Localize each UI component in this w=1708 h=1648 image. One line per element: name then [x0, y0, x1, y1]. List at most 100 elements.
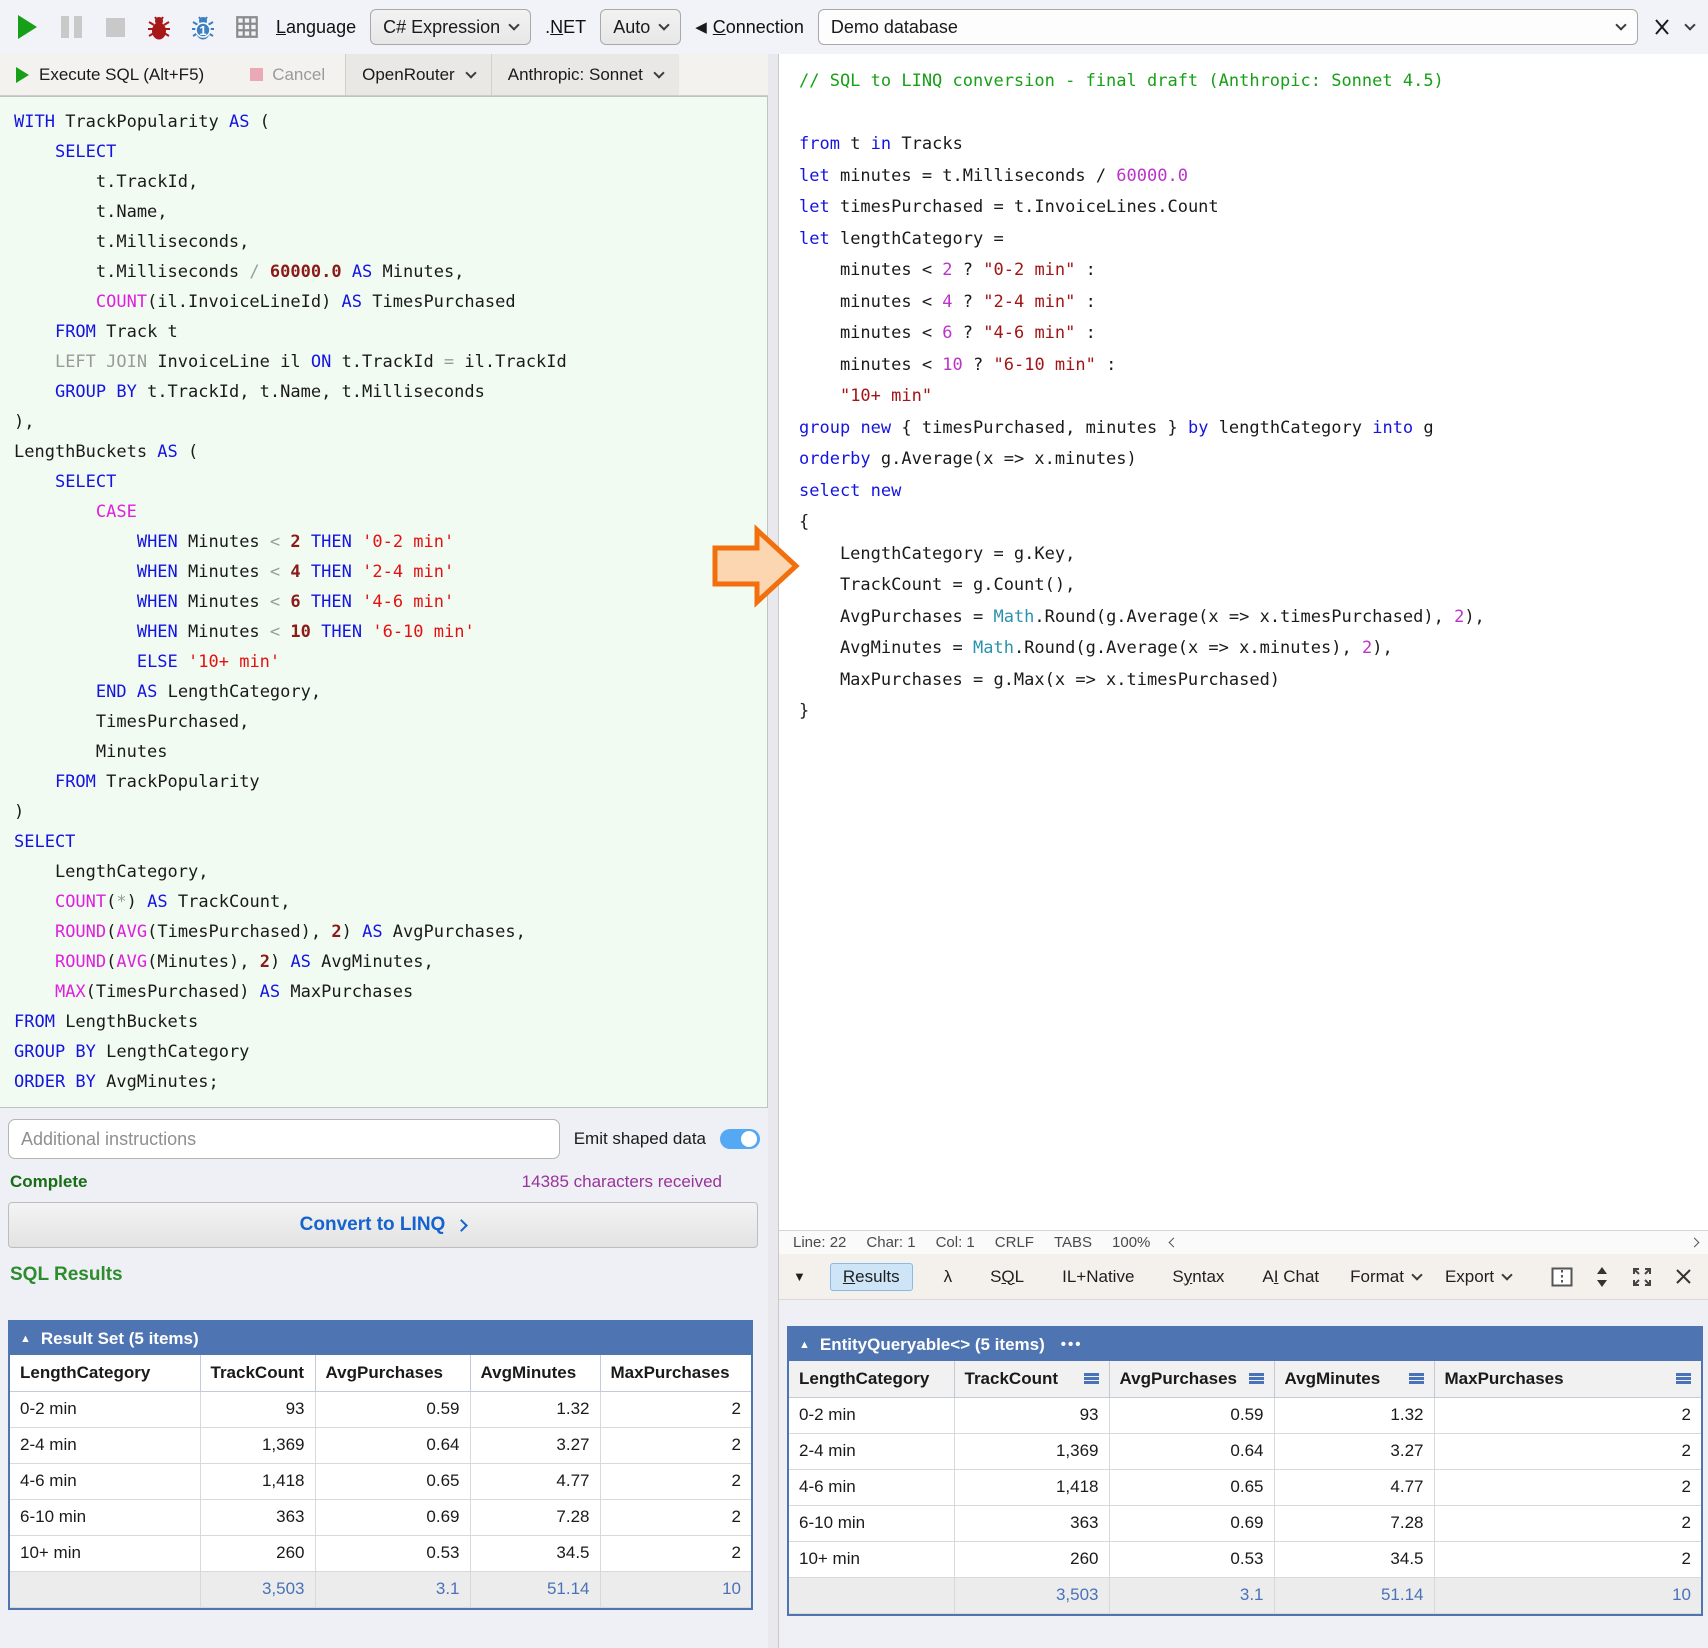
- table-row[interactable]: 0-2 min930.591.322: [789, 1397, 1701, 1433]
- provider-dropdown[interactable]: OpenRouter: [345, 54, 491, 95]
- code-line: group new { timesPurchased, minutes } by…: [799, 413, 1708, 445]
- column-header-lengthcategory[interactable]: LengthCategory: [789, 1361, 954, 1397]
- column-menu-icon[interactable]: [1676, 1373, 1691, 1384]
- table-row[interactable]: 2-4 min1,3690.643.272: [789, 1433, 1701, 1469]
- tab-il-native[interactable]: IL+Native: [1055, 1263, 1141, 1291]
- table-title-bar[interactable]: ▲EntityQueryable<> (5 items)•••: [789, 1328, 1701, 1361]
- total-cell: 10: [1434, 1577, 1701, 1613]
- code-line: FROM TrackPopularity: [14, 767, 767, 797]
- blue-bug-icon: 1: [189, 13, 217, 41]
- results-grid-button[interactable]: [232, 12, 262, 42]
- tab-results[interactable]: Results: [830, 1263, 913, 1291]
- collapse-results-icon[interactable]: ▼: [793, 1269, 806, 1284]
- column-label: LengthCategory: [20, 1363, 150, 1383]
- column-menu-icon[interactable]: [1409, 1373, 1424, 1384]
- table-cell: 0.59: [1109, 1397, 1274, 1433]
- table-title-bar[interactable]: ▲Result Set (5 items): [10, 1322, 751, 1355]
- dotnet-version-select[interactable]: Auto: [600, 9, 681, 45]
- table-cell: 2: [600, 1427, 751, 1463]
- autosize-rows-button[interactable]: [1595, 1266, 1609, 1288]
- table-menu-dots-icon[interactable]: •••: [1061, 1336, 1083, 1353]
- chevron-down-icon: [1411, 1269, 1422, 1280]
- cancel-square-icon: [250, 68, 263, 81]
- expand-results-button[interactable]: [1631, 1266, 1653, 1288]
- code-line: WHEN Minutes < 2 THEN '0-2 min': [14, 527, 767, 557]
- column-header-lengthcategory[interactable]: LengthCategory: [10, 1355, 200, 1391]
- column-header-avgminutes[interactable]: AvgMinutes: [1274, 1361, 1434, 1397]
- tab-ai-chat[interactable]: AI Chat: [1255, 1263, 1326, 1291]
- split-view-button[interactable]: [1551, 1267, 1573, 1287]
- code-line: COUNT(il.InvoiceLineId) AS TimesPurchase…: [14, 287, 767, 317]
- table-row[interactable]: 0-2 min930.591.322: [10, 1391, 751, 1427]
- table-cell: 6-10 min: [789, 1505, 954, 1541]
- connection-select[interactable]: Demo database: [818, 9, 1638, 45]
- stop-button[interactable]: [100, 12, 130, 42]
- tab-sql[interactable]: SQL: [983, 1263, 1031, 1291]
- format-dropdown[interactable]: Format: [1350, 1267, 1421, 1287]
- column-label: TrackCount: [211, 1363, 305, 1383]
- close-results-button[interactable]: [1675, 1268, 1692, 1285]
- table-row[interactable]: 2-4 min1,3690.643.272: [10, 1427, 751, 1463]
- column-header-avgminutes[interactable]: AvgMinutes: [470, 1355, 600, 1391]
- scroll-left-icon[interactable]: [1169, 1238, 1179, 1248]
- model-dropdown[interactable]: Anthropic: Sonnet: [491, 54, 679, 95]
- pause-button[interactable]: [56, 12, 86, 42]
- code-line: }: [799, 696, 1708, 728]
- connection-collapse-icon[interactable]: ◀: [695, 18, 707, 36]
- code-line: LengthBuckets AS (: [14, 437, 767, 467]
- additional-instructions-input[interactable]: [8, 1119, 560, 1159]
- code-line: t.Milliseconds,: [14, 227, 767, 257]
- column-header-avgpurchases[interactable]: AvgPurchases: [1109, 1361, 1274, 1397]
- table-cell: 1.32: [1274, 1397, 1434, 1433]
- convert-to-linq-button[interactable]: Convert to LINQ: [8, 1202, 758, 1248]
- code-line: TrackCount = g.Count(),: [799, 570, 1708, 602]
- debug-button[interactable]: [144, 12, 174, 42]
- table-cell: 93: [200, 1391, 315, 1427]
- column-menu-icon[interactable]: [1084, 1373, 1099, 1384]
- collapse-table-icon[interactable]: ▲: [20, 1333, 31, 1345]
- export-dropdown[interactable]: Export: [1445, 1267, 1511, 1287]
- cancel-button[interactable]: Cancel: [230, 54, 345, 95]
- results-tab-bar: ▼ Results λ SQL IL+Native Syntax AI Chat Form…: [779, 1254, 1708, 1300]
- column-header-trackcount[interactable]: TrackCount: [200, 1355, 315, 1391]
- column-header-maxpurchases[interactable]: MaxPurchases: [1434, 1361, 1701, 1397]
- column-menu-icon[interactable]: [1249, 1373, 1264, 1384]
- connection-menu-button[interactable]: [1686, 25, 1694, 29]
- table-row[interactable]: 4-6 min1,4180.654.772: [10, 1463, 751, 1499]
- breakpoint-bug-button[interactable]: 1: [188, 12, 218, 42]
- tab-syntax[interactable]: Syntax: [1165, 1263, 1231, 1291]
- linq-editor[interactable]: // SQL to LINQ conversion - final draft …: [779, 54, 1708, 1230]
- panel-splitter[interactable]: [768, 54, 778, 1648]
- clear-connection-button[interactable]: [1652, 17, 1672, 37]
- code-line: minutes < 10 ? "6-10 min" :: [799, 350, 1708, 382]
- column-header-maxpurchases[interactable]: MaxPurchases: [600, 1355, 751, 1391]
- emit-shaped-data-toggle[interactable]: [720, 1129, 760, 1149]
- table-row[interactable]: 10+ min2600.5334.52: [789, 1541, 1701, 1577]
- table-row[interactable]: 6-10 min3630.697.282: [789, 1505, 1701, 1541]
- table-row[interactable]: 6-10 min3630.697.282: [10, 1499, 751, 1535]
- table-row[interactable]: 4-6 min1,4180.654.772: [789, 1469, 1701, 1505]
- entity-queryable-table: ▲EntityQueryable<> (5 items)•••LengthCat…: [787, 1326, 1703, 1616]
- sql-panel-toolbar: Execute SQL (Alt+F5) Cancel OpenRouter A…: [0, 54, 768, 96]
- code-line: GROUP BY t.TrackId, t.Name, t.Millisecon…: [14, 377, 767, 407]
- code-line: SELECT: [14, 137, 767, 167]
- play-icon: [18, 15, 37, 39]
- totals-row: 3,5033.151.1410: [10, 1571, 751, 1607]
- chevron-down-icon: [1501, 1269, 1512, 1280]
- expand-arrows-icon: [1631, 1266, 1653, 1288]
- linqpad-window: 1 Language C# Expression .NET Auto ◀ Con…: [0, 0, 1708, 1648]
- scroll-right-icon[interactable]: [1690, 1238, 1700, 1248]
- collapse-table-icon[interactable]: ▲: [799, 1339, 810, 1351]
- table-row[interactable]: 10+ min2600.5334.52: [10, 1535, 751, 1571]
- code-line: WHEN Minutes < 4 THEN '2-4 min': [14, 557, 767, 587]
- run-button[interactable]: [12, 12, 42, 42]
- sql-editor[interactable]: WITH TrackPopularity AS ( SELECT t.Track…: [0, 96, 768, 1108]
- characters-received: 14385 characters received: [522, 1172, 722, 1192]
- language-select[interactable]: C# Expression: [370, 9, 531, 45]
- column-header-trackcount[interactable]: TrackCount: [954, 1361, 1109, 1397]
- connection-value: Demo database: [831, 17, 958, 38]
- code-line: MAX(TimesPurchased) AS MaxPurchases: [14, 977, 767, 1007]
- tab--[interactable]: λ: [937, 1263, 960, 1291]
- column-header-avgpurchases[interactable]: AvgPurchases: [315, 1355, 470, 1391]
- execute-sql-button[interactable]: Execute SQL (Alt+F5): [0, 54, 230, 95]
